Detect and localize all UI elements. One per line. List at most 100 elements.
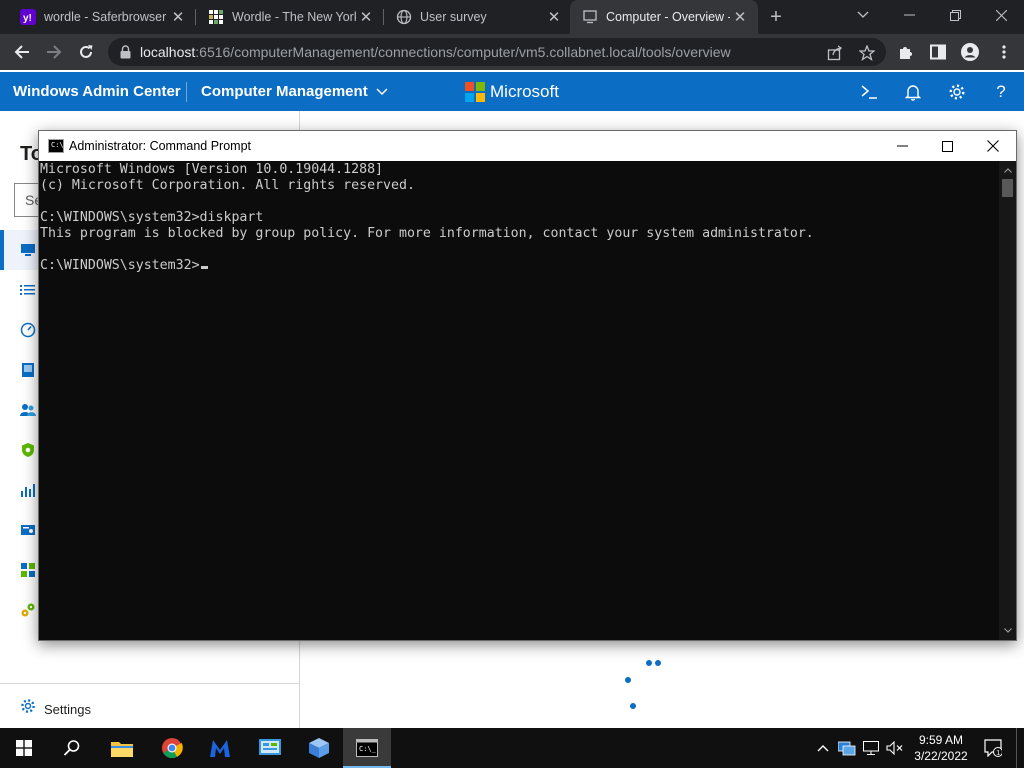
wac-header: Windows Admin Center Computer Management… [0, 72, 1024, 111]
cmd-titlebar[interactable]: C:\_ Administrator: Command Prompt [39, 131, 1016, 161]
clock-time: 9:59 AM [918, 733, 964, 747]
chevron-up-icon[interactable] [814, 739, 832, 757]
console-line: C:\WINDOWS\system32>diskpart [40, 210, 264, 225]
scroll-down-arrow-icon[interactable] [999, 622, 1016, 639]
powershell-prompt-icon[interactable] [858, 81, 880, 103]
settings-nav-item[interactable]: Settings [0, 683, 300, 728]
gears-icon [20, 602, 36, 618]
url-path: :6516/computerManagement/connections/com… [195, 44, 731, 60]
command-prompt-window[interactable]: C:\_ Administrator: Command Prompt Micro… [38, 130, 1017, 641]
file-explorer-button[interactable] [98, 728, 146, 768]
wordle-grid-icon [208, 9, 224, 25]
svg-text:C:\_: C:\_ [359, 745, 377, 753]
console-line: This program is blocked by group policy.… [40, 226, 814, 241]
speaker-muted-icon[interactable] [886, 739, 904, 757]
search-icon [63, 740, 80, 756]
side-panel-icon[interactable] [928, 42, 948, 62]
cmd-minimize-button[interactable] [879, 131, 925, 161]
tab-wordle-nyt[interactable]: Wordle - The New York ✕ [196, 0, 384, 34]
windows-logo-icon [16, 740, 32, 756]
minimize-button[interactable] [886, 0, 932, 30]
malwarebytes-button[interactable] [196, 728, 244, 768]
gauge-icon [20, 322, 36, 338]
help-question-icon[interactable]: ? [990, 81, 1012, 103]
close-window-button[interactable] [978, 0, 1024, 30]
app-title[interactable]: Windows Admin Center [13, 83, 181, 100]
loading-spinner-dot [655, 660, 661, 666]
shield-icon [20, 442, 36, 458]
close-icon[interactable]: ✕ [730, 7, 750, 27]
tab-search-icon[interactable] [840, 0, 886, 30]
apps-grid-icon [20, 562, 36, 578]
command-prompt-icon: C:\_ [356, 739, 378, 757]
control-panel-button[interactable] [246, 728, 294, 768]
gear-icon[interactable] [946, 81, 968, 103]
clock-date: 3/22/2022 [914, 749, 968, 763]
browser-tab-strip: y! wordle - Saferbrowser ✕ Wordle - The … [0, 0, 1024, 34]
scroll-up-arrow-icon[interactable] [999, 162, 1016, 179]
page-icon [582, 9, 598, 25]
network-status-icon[interactable] [838, 739, 856, 757]
cmd-scrollbar[interactable] [999, 161, 1016, 640]
windows-taskbar: C:\_ 9:59 AM 3/22/2022 1 [0, 728, 1024, 768]
back-arrow-icon[interactable] [8, 38, 36, 66]
notification-center-icon[interactable]: 1 [984, 739, 1002, 757]
search-button[interactable] [48, 728, 96, 768]
tab-user-survey[interactable]: User survey ✕ [384, 0, 572, 34]
loading-spinner-dot [625, 677, 631, 683]
vmware-button[interactable] [295, 728, 343, 768]
yahoo-icon: y! [20, 9, 36, 25]
display-icon[interactable] [862, 739, 880, 757]
share-icon[interactable] [826, 44, 844, 62]
system-clock[interactable]: 9:59 AM 3/22/2022 [912, 732, 970, 764]
notification-count: 1 [996, 750, 1000, 757]
close-icon[interactable]: ✕ [168, 7, 188, 27]
cmd-window-title: Administrator: Command Prompt [69, 139, 252, 153]
close-icon[interactable]: ✕ [544, 7, 564, 27]
scroll-thumb[interactable] [1002, 179, 1013, 197]
extensions-puzzle-icon[interactable] [896, 42, 916, 62]
list-icon [20, 282, 36, 298]
command-prompt-taskbar-button[interactable]: C:\_ [343, 728, 391, 768]
restore-button[interactable] [932, 0, 978, 30]
bell-icon[interactable] [902, 81, 924, 103]
address-bar[interactable]: localhost:6516/computerManagement/connec… [108, 38, 886, 66]
storage-icon [20, 522, 36, 538]
profile-avatar-icon[interactable] [960, 42, 980, 62]
package-box-icon [309, 738, 329, 758]
console-prompt-line[interactable]: C:\WINDOWS\system32> [40, 258, 999, 274]
url-host: localhost [140, 44, 196, 60]
computer-icon [20, 242, 36, 258]
cmd-maximize-button[interactable] [924, 131, 970, 161]
start-button[interactable] [0, 728, 48, 768]
loading-spinner-dot [630, 703, 636, 709]
globe-icon [396, 9, 412, 25]
microsoft-logo-icon [465, 82, 485, 102]
close-icon[interactable]: ✕ [356, 7, 376, 27]
tab-computer-overview[interactable]: Computer - Overview - ✕ [570, 0, 758, 34]
users-icon [20, 402, 36, 418]
chrome-button[interactable] [148, 728, 196, 768]
control-panel-icon [259, 739, 281, 755]
chevron-down-icon [376, 87, 388, 96]
forward-arrow-icon[interactable] [40, 38, 68, 66]
cmd-close-button[interactable] [970, 131, 1016, 161]
bookmark-star-icon[interactable] [858, 44, 876, 62]
show-desktop-button[interactable] [1016, 728, 1017, 768]
console-line: Microsoft Windows [Version 10.0.19044.12… [40, 162, 384, 177]
lock-icon[interactable] [120, 45, 132, 59]
gear-icon [20, 698, 36, 714]
console-line: (c) Microsoft Corporation. All rights re… [40, 178, 415, 193]
kebab-menu-icon[interactable] [994, 42, 1014, 62]
new-tab-button[interactable]: + [764, 5, 788, 29]
tab-wordle-saferbrowser[interactable]: y! wordle - Saferbrowser ✕ [8, 0, 196, 34]
cmd-console-output[interactable]: Microsoft Windows [Version 10.0.19044.12… [39, 161, 999, 640]
reload-icon[interactable] [72, 38, 100, 66]
folder-icon [111, 742, 133, 757]
section-dropdown[interactable]: Computer Management [201, 83, 388, 100]
device-icon [20, 362, 36, 378]
chrome-icon [162, 738, 183, 759]
browser-toolbar: localhost:6516/computerManagement/connec… [0, 34, 1024, 70]
microsoft-logo: Microsoft [465, 82, 559, 102]
